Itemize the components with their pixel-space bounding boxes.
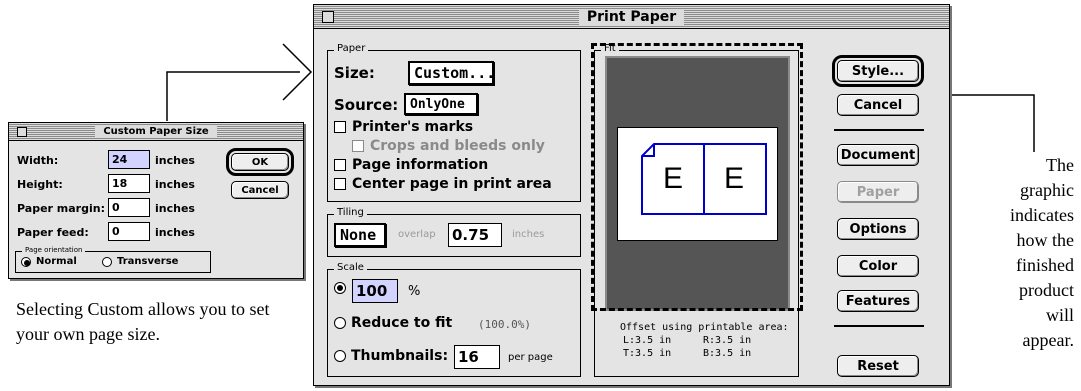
print-dialog-titlebar[interactable]: Print Paper bbox=[314, 5, 949, 29]
percent-label: % bbox=[408, 284, 421, 299]
paper-feed-unit: inches bbox=[155, 226, 195, 239]
width-label: Width: bbox=[17, 154, 59, 167]
height-unit: inches bbox=[155, 178, 195, 191]
reduce-to-fit-radio[interactable]: Reduce to fit bbox=[334, 315, 452, 331]
color-button[interactable]: Color bbox=[837, 255, 919, 277]
paper-margin-field[interactable]: 0 bbox=[108, 198, 150, 217]
graphic-callout-text: The graphic indicates how the finished p… bbox=[956, 153, 1074, 353]
features-button[interactable]: Features bbox=[837, 290, 919, 312]
radio-selected-icon bbox=[334, 282, 346, 294]
height-field[interactable]: 18 bbox=[108, 174, 150, 193]
custom-callout-text: Selecting Custom allows you to set your … bbox=[16, 299, 270, 344]
paper-margin-unit: inches bbox=[155, 202, 195, 215]
width-field[interactable]: 24 bbox=[108, 150, 150, 169]
paper-group-label: Paper bbox=[334, 43, 369, 54]
radio-selected-icon bbox=[21, 256, 31, 267]
offset-top: T:3.5 in bbox=[623, 348, 672, 359]
callout-line: finished bbox=[1016, 255, 1074, 275]
document-button[interactable]: Document bbox=[837, 144, 919, 166]
scale-group: Scale 100 % Reduce to fit (100.0%) Thumb… bbox=[327, 262, 581, 377]
size-popup[interactable]: Custom... bbox=[408, 61, 495, 85]
tiling-popup[interactable]: None bbox=[334, 223, 386, 247]
tiling-group: Tiling None overlap 0.75 inches bbox=[327, 207, 581, 257]
custom-cancel-button[interactable]: Cancel bbox=[231, 181, 289, 199]
printers-marks-label: Printer's marks bbox=[352, 119, 474, 135]
checkbox-icon bbox=[334, 159, 346, 171]
button-separator bbox=[834, 129, 924, 131]
width-unit: inches bbox=[155, 154, 195, 167]
print-paper-dialog: Print Paper Paper Size: Custom... Source… bbox=[313, 4, 950, 386]
thumbnails-label: Thumbnails: bbox=[351, 348, 449, 364]
crops-bleeds-checkbox[interactable]: Crops and bleeds only bbox=[352, 138, 545, 154]
paper-group: Paper Size: Custom... Source: OnlyOne Pr… bbox=[327, 43, 581, 202]
page-information-label: Page information bbox=[352, 157, 489, 173]
overlap-unit: inches bbox=[512, 229, 545, 240]
callout-line: product bbox=[1019, 280, 1074, 300]
orientation-normal-radio[interactable]: Normal bbox=[21, 256, 77, 267]
printers-marks-checkbox[interactable]: Printer's marks bbox=[334, 119, 473, 135]
radio-unselected-icon bbox=[102, 256, 112, 267]
page-information-checkbox[interactable]: Page information bbox=[334, 157, 488, 173]
options-button[interactable]: Options bbox=[837, 218, 919, 240]
offset-bottom: B:3.5 in bbox=[703, 348, 752, 359]
center-page-checkbox[interactable]: Center page in print area bbox=[334, 176, 552, 192]
paper-margin-label: Paper margin: bbox=[17, 202, 105, 215]
page-orientation-label: Page orientation bbox=[22, 246, 86, 254]
preview-highlight-frame bbox=[591, 43, 803, 311]
callout-line: appear. bbox=[1022, 330, 1074, 350]
callout-line: will bbox=[1045, 305, 1074, 325]
paper-feed-label: Paper feed: bbox=[17, 226, 89, 239]
close-box-icon[interactable] bbox=[17, 126, 27, 137]
source-label: Source: bbox=[334, 96, 399, 114]
radio-unselected-icon bbox=[334, 350, 346, 362]
thumbnails-field[interactable]: 16 bbox=[454, 345, 500, 369]
ok-button[interactable]: OK bbox=[226, 148, 294, 176]
normal-label: Normal bbox=[36, 256, 77, 267]
reduce-to-fit-label: Reduce to fit bbox=[351, 315, 453, 331]
reduce-percent-readout: (100.0%) bbox=[478, 318, 531, 331]
center-page-label: Center page in print area bbox=[352, 176, 552, 192]
paper-feed-field[interactable]: 0 bbox=[108, 222, 150, 241]
scale-group-label: Scale bbox=[334, 262, 367, 273]
checkbox-icon bbox=[334, 178, 346, 190]
radio-unselected-icon bbox=[334, 317, 346, 329]
custom-dialog-titlebar[interactable]: Custom Paper Size bbox=[9, 123, 303, 141]
size-label: Size: bbox=[334, 64, 375, 82]
cancel-button[interactable]: Cancel bbox=[837, 94, 919, 116]
checkbox-icon bbox=[334, 121, 346, 133]
thumbnails-radio[interactable]: Thumbnails: bbox=[334, 348, 448, 364]
tiling-group-label: Tiling bbox=[334, 207, 367, 218]
callout-line: graphic bbox=[1020, 180, 1074, 200]
custom-paper-size-dialog: Custom Paper Size Width: 24 inches Heigh… bbox=[8, 122, 304, 279]
source-popup[interactable]: OnlyOne bbox=[404, 93, 478, 115]
callout-line: indicates bbox=[1010, 205, 1074, 225]
offset-right: R:3.5 in bbox=[703, 335, 752, 346]
per-page-label: per page bbox=[508, 352, 553, 363]
button-separator bbox=[834, 325, 924, 327]
page-orientation-group: Page orientation Normal Transverse bbox=[15, 246, 211, 273]
checkbox-icon bbox=[352, 140, 364, 152]
print-dialog-title: Print Paper bbox=[578, 8, 685, 25]
offset-left: L:3.5 in bbox=[623, 335, 672, 346]
height-label: Height: bbox=[17, 178, 63, 191]
scale-percent-radio[interactable] bbox=[334, 282, 351, 294]
paper-button[interactable]: Paper bbox=[837, 181, 919, 203]
overlap-field[interactable]: 0.75 bbox=[448, 223, 502, 247]
callout-line: The bbox=[1046, 155, 1074, 175]
close-box-icon[interactable] bbox=[322, 10, 334, 23]
overlap-label: overlap bbox=[398, 229, 436, 240]
callout-line: how the bbox=[1016, 230, 1075, 250]
scale-percent-field[interactable]: 100 bbox=[352, 279, 398, 303]
transverse-label: Transverse bbox=[117, 256, 179, 267]
orientation-transverse-radio[interactable]: Transverse bbox=[102, 256, 178, 267]
style-button[interactable]: Style... bbox=[832, 55, 924, 87]
custom-dialog-title: Custom Paper Size bbox=[95, 126, 217, 137]
crops-bleeds-label: Crops and bleeds only bbox=[370, 138, 545, 154]
reset-button[interactable]: Reset bbox=[837, 355, 919, 377]
offset-title: Offset using printable area: bbox=[620, 322, 789, 333]
